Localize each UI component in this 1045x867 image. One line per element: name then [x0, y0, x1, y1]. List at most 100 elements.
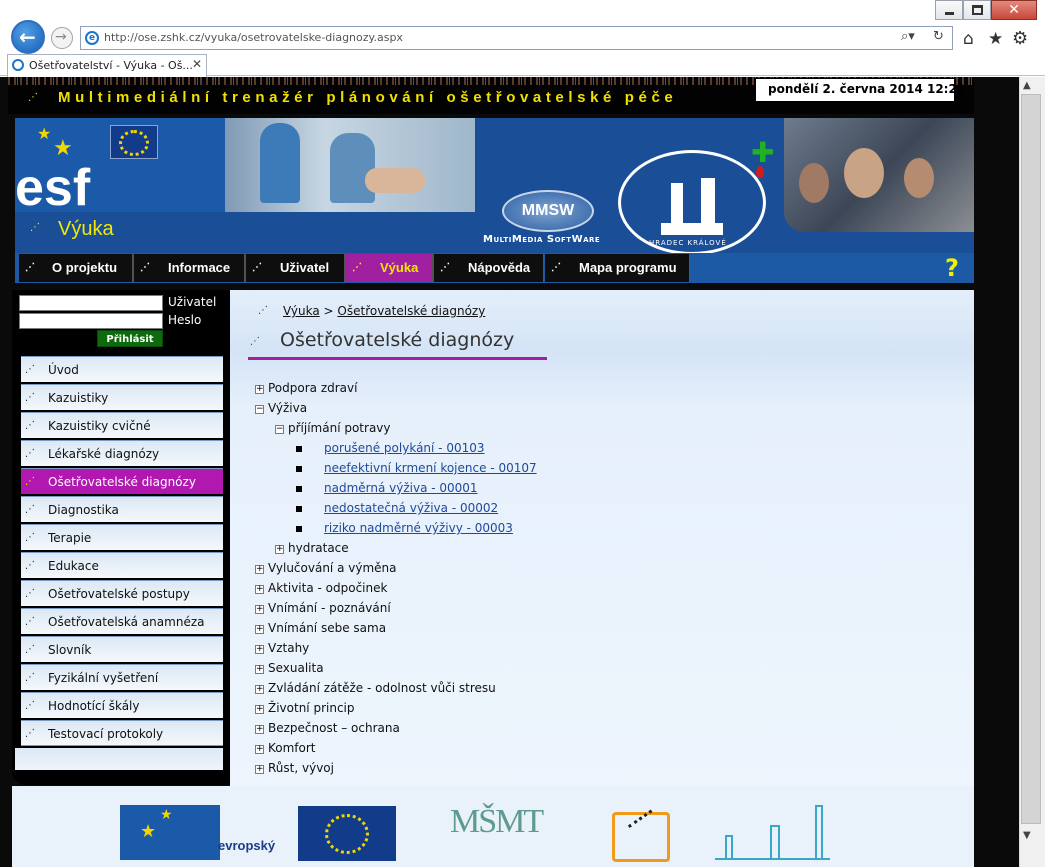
expand-icon[interactable]: + [255, 385, 264, 394]
nav-napoveda[interactable]: ⋰ Nápověda [434, 254, 544, 282]
tree-item[interactable]: Komfort [268, 741, 316, 755]
diagnosis-link[interactable]: riziko nadměrné výživy - 00003 [324, 521, 513, 535]
expand-icon[interactable]: + [255, 565, 264, 574]
tree-item[interactable]: Bezpečnost – ochrana [268, 721, 400, 735]
menu-item-terapie[interactable]: ⋰ Terapie [21, 524, 223, 550]
menu-item-uvod[interactable]: ⋰ Úvod [21, 356, 223, 382]
menu-item-osetrovatelska-anamneza[interactable]: ⋰ Ošetřovatelská anamnéza [21, 608, 223, 634]
tab-close-icon[interactable]: ✕ [192, 57, 202, 71]
breadcrumb: Výuka > Ošetřovatelské diagnózy [283, 304, 486, 318]
breadcrumb-root[interactable]: Výuka [283, 304, 320, 318]
esf-logo: esf ★ ★ [15, 118, 225, 214]
tree-item[interactable]: Vnímání - poznávání [268, 601, 391, 615]
expand-icon[interactable]: + [255, 645, 264, 654]
nav-arrow-icon: ⋰ [352, 262, 362, 273]
nav-uzivatel[interactable]: ⋰ Uživatel [246, 254, 345, 282]
scroll-down-icon[interactable]: ▼ [1023, 830, 1031, 841]
expand-icon[interactable]: + [255, 625, 264, 634]
tree-item[interactable]: příjímání potravy [288, 421, 391, 435]
menu-arrow-icon: ⋰ [25, 448, 35, 459]
expand-icon[interactable]: + [255, 685, 264, 694]
menu-arrow-icon: ⋰ [25, 700, 35, 711]
favorites-star-icon[interactable]: ★ [988, 29, 1003, 49]
diagnosis-link[interactable]: nadměrná výživa - 00001 [324, 481, 478, 495]
username-input[interactable] [19, 295, 163, 311]
close-button[interactable]: ✕ [991, 0, 1037, 20]
menu-arrow-icon: ⋰ [25, 728, 35, 739]
expand-icon[interactable]: + [255, 745, 264, 754]
menu-arrow-icon: ⋰ [25, 364, 35, 375]
menu-item-hodnotici-skaly[interactable]: ⋰ Hodnotící škály [21, 692, 223, 718]
menu-item-osetrovatelske-postupy[interactable]: ⋰ Ošetřovatelské postupy [21, 580, 223, 606]
browser-window: ✕ ← → e http://ose.zshk.cz/vyuka/osetrov… [0, 0, 1045, 867]
url-text[interactable]: http://ose.zshk.cz/vyuka/osetrovatelske-… [104, 31, 403, 44]
footer-eu-flag [298, 806, 396, 861]
bullet-icon [296, 526, 302, 532]
forward-arrow-icon: → [55, 29, 67, 45]
expand-icon[interactable]: + [255, 725, 264, 734]
menu-footer [15, 748, 223, 770]
menu-item-edukace[interactable]: ⋰ Edukace [21, 552, 223, 578]
login-button[interactable]: Přihlásit [97, 330, 163, 347]
diagnosis-link[interactable]: porušené polykání - 00103 [324, 441, 485, 455]
tab-ie-icon [12, 59, 24, 71]
password-input[interactable] [19, 313, 163, 329]
header-datetime: pondělí 2. června 2014 12:21 [768, 82, 966, 96]
nav-mapa-programu[interactable]: ⋰ Mapa programu [545, 254, 690, 282]
nav-o-projektu[interactable]: ⋰ O projektu [19, 254, 133, 282]
expand-icon[interactable]: + [255, 585, 264, 594]
menu-item-diagnostika[interactable]: ⋰ Diagnostika [21, 496, 223, 522]
scroll-up-icon[interactable]: ▲ [1023, 80, 1031, 91]
scroll-thumb[interactable] [1021, 94, 1041, 824]
home-icon[interactable]: ⌂ [963, 29, 974, 49]
breadcrumb-arrow-icon: ⋰ [258, 305, 268, 316]
menu-item-slovnik[interactable]: ⋰ Slovník [21, 636, 223, 662]
title-bar [0, 0, 1045, 24]
back-button[interactable]: ← [11, 20, 45, 54]
browser-tab[interactable]: Ošetřovatelství - Výuka - Oš... ✕ [7, 54, 207, 77]
refresh-icon[interactable]: ↻ [933, 29, 944, 44]
collapse-icon[interactable]: − [275, 425, 284, 434]
tree-item[interactable]: Vylučování a výměna [268, 561, 396, 575]
address-bar[interactable]: e http://ose.zshk.cz/vyuka/osetrovatelsk… [80, 26, 953, 50]
tree-item[interactable]: Růst, vývoj [268, 761, 334, 775]
tree-item[interactable]: Vnímání sebe sama [268, 621, 386, 635]
forward-button[interactable]: → [51, 27, 73, 49]
tree-item[interactable]: Vztahy [268, 641, 309, 655]
menu-item-kazuistiky[interactable]: ⋰ Kazuistiky [21, 384, 223, 410]
help-icon[interactable]: ? [945, 254, 973, 282]
nav-vyuka[interactable]: ⋰ Výuka [346, 254, 433, 282]
mmsw-logo: MMSW [502, 190, 594, 232]
tree-item[interactable]: Podpora zdraví [268, 381, 357, 395]
tree-item[interactable]: Životní princip [268, 701, 355, 715]
medical-cross-icon: ✚ [751, 136, 775, 169]
expand-icon[interactable]: + [255, 765, 264, 774]
maximize-button[interactable] [963, 0, 991, 20]
nav-informace[interactable]: ⋰ Informace [134, 254, 245, 282]
tree-item[interactable]: hydratace [288, 541, 349, 555]
tree-item[interactable]: Aktivita - odpočinek [268, 581, 387, 595]
tree-item[interactable]: Zvládání zátěže - odolnost vůči stresu [268, 681, 496, 695]
settings-gear-icon[interactable]: ⚙ [1012, 28, 1028, 49]
expand-icon[interactable]: + [255, 705, 264, 714]
menu-item-fyzikalni-vysetreni[interactable]: ⋰ Fyzikální vyšetření [21, 664, 223, 690]
search-icon[interactable]: ⌕▾ [901, 29, 915, 44]
diagnosis-link[interactable]: nedostatečná výživa - 00002 [324, 501, 498, 515]
tree-item[interactable]: Sexualita [268, 661, 324, 675]
menu-item-kazuistiky-cvicne[interactable]: ⋰ Kazuistiky cvičné [21, 412, 223, 438]
menu-arrow-icon: ⋰ [25, 616, 35, 627]
menu-item-lekarske-diagnozy[interactable]: ⋰ Lékařské diagnózy [21, 440, 223, 466]
footer-orange-logo [612, 809, 670, 862]
menu-item-osetrovatelske-diagnozy[interactable]: ⋰ Ošetřovatelské diagnózy [21, 468, 223, 494]
expand-icon[interactable]: + [275, 545, 284, 554]
menu-item-testovaci-protokoly[interactable]: ⋰ Testovací protokoly [21, 720, 223, 746]
expand-icon[interactable]: + [255, 665, 264, 674]
expand-icon[interactable]: + [255, 605, 264, 614]
minimize-button[interactable] [935, 0, 963, 20]
collapse-icon[interactable]: − [255, 405, 264, 414]
menu-arrow-icon: ⋰ [25, 476, 35, 487]
eu-flag-icon [119, 130, 149, 156]
breadcrumb-current[interactable]: Ošetřovatelské diagnózy [337, 304, 485, 318]
diagnosis-link[interactable]: neefektivní krmení kojence - 00107 [324, 461, 537, 475]
tree-item[interactable]: Výživa [268, 401, 307, 415]
